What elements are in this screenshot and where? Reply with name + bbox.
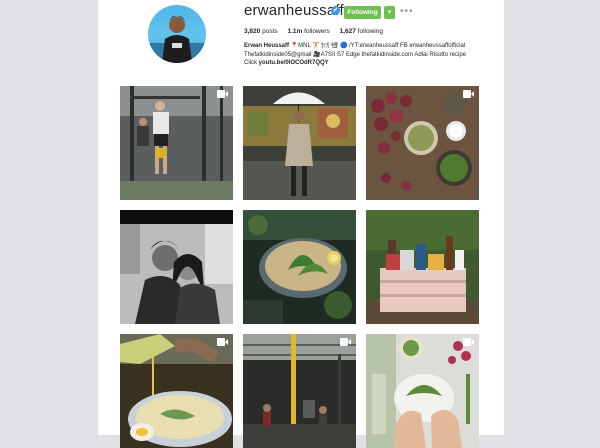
post-hands-plating-salad[interactable] [366, 334, 479, 448]
bio-line-1: 📍MNL 🏋 🍽 📽 🔵 /YT:erwanheussaff FB erwanh… [289, 43, 466, 49]
post-couple-bw-photo[interactable] [120, 210, 233, 324]
bio-link[interactable]: youtu.be/0lOCOdR7QQY [259, 60, 329, 66]
chevron-down-icon[interactable]: ▾ [384, 6, 395, 19]
post-crossfit-gym[interactable] [120, 86, 233, 200]
post-wooden-crate-groceries[interactable] [366, 210, 479, 324]
video-camera-icon [463, 90, 474, 98]
full-name: Erwan Heussaff [244, 43, 290, 49]
posts-stat: 3,820 posts [244, 28, 278, 35]
post-oil-pour-bowl[interactable] [120, 334, 233, 448]
video-camera-icon [463, 338, 474, 346]
video-camera-icon [217, 90, 228, 98]
more-options-button[interactable]: ••• [400, 6, 414, 18]
post-warehouse-workout[interactable] [243, 334, 356, 448]
avatar[interactable] [148, 5, 206, 63]
post-onions-herbs-bowls[interactable] [366, 86, 479, 200]
bio-click-label: Click [244, 60, 259, 66]
following-stat[interactable]: 1,627 following [340, 28, 383, 35]
verified-badge-icon: ✔ [331, 6, 340, 15]
post-umbrella-man-mural[interactable] [243, 86, 356, 200]
profile-stats: 3,820 posts 1.1m followers 1,627 followi… [244, 28, 391, 35]
followers-stat[interactable]: 1.1m followers [287, 28, 329, 35]
post-herb-soup-bowl[interactable] [243, 210, 356, 324]
video-camera-icon [217, 338, 228, 346]
username: erwanheussaff [244, 2, 344, 19]
bio-line-2: Thefatkidinside05@gmail 🎥A7SII S7 Edge t… [244, 51, 467, 58]
video-camera-icon [340, 338, 351, 346]
profile-bio: Erwan Heussaff 📍MNL 🏋 🍽 📽 🔵 /YT:erwanheu… [244, 42, 494, 68]
profile-page: erwanheussaff ✔ Following ▾ ••• 3,820 po… [98, 0, 504, 448]
following-button[interactable]: Following [344, 6, 381, 19]
